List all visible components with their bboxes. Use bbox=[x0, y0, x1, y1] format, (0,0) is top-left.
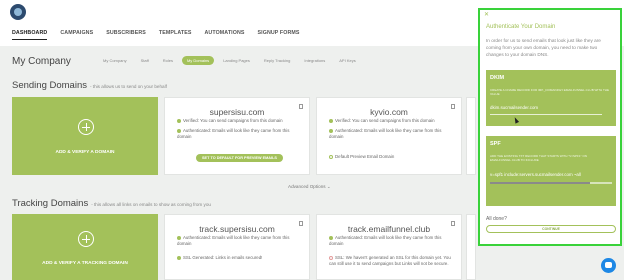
check-icon bbox=[329, 128, 333, 133]
circle-icon bbox=[329, 154, 333, 159]
spf-box: SPF ADD THE EXISTING TXT RECORD THAT STA… bbox=[486, 136, 616, 206]
status-text: SSL: We haven't generated an SSL for thi… bbox=[329, 255, 451, 266]
sending-domains-heading: Sending Domains - this allows us to send … bbox=[12, 80, 167, 91]
subtabs: My Company Staff Roles My Domains Landin… bbox=[98, 56, 361, 65]
subtab-landing-pages[interactable]: Landing Pages bbox=[218, 56, 255, 65]
subtab-integrations[interactable]: Integrations bbox=[299, 56, 330, 65]
nav-templates[interactable]: TEMPLATES bbox=[159, 30, 192, 40]
tracking-domain-card: track.emailfunnel.club Authenticated: Em… bbox=[316, 214, 462, 280]
check-icon bbox=[177, 128, 181, 133]
nav-dashboard[interactable]: DASHBOARD bbox=[12, 30, 48, 40]
dkim-value[interactable]: dkim.sucmailsender.com bbox=[490, 105, 612, 110]
domain-name: track.emailfunnel.club bbox=[347, 224, 431, 234]
close-icon[interactable]: ✕ bbox=[484, 11, 489, 18]
status-verified: Verified: You can send campaigns from th… bbox=[329, 118, 451, 124]
status-text: Verified: You can send campaigns from th… bbox=[183, 118, 283, 123]
partial-card bbox=[466, 214, 476, 280]
scrollbar-thumb[interactable] bbox=[490, 182, 591, 185]
sending-domains-title: Sending Domains bbox=[12, 80, 87, 91]
check-icon bbox=[177, 118, 181, 123]
main-nav: DASHBOARD CAMPAIGNS SUBSCRIBERS TEMPLATE… bbox=[12, 30, 300, 40]
add-tracking-domain-label: ADD & VERIFY A TRACKING DOMAIN bbox=[42, 261, 128, 266]
subtab-my-company[interactable]: My Company bbox=[98, 56, 132, 65]
dkim-title: DKIM bbox=[490, 75, 505, 81]
logo[interactable] bbox=[10, 4, 26, 20]
nav-automations[interactable]: AUTOMATIONS bbox=[204, 30, 244, 40]
sending-domains-subtitle: - this allows us to send on your behalf bbox=[90, 84, 167, 89]
status-text: Authenticated: Emails will look like the… bbox=[329, 128, 442, 139]
all-done-label: All done? bbox=[486, 216, 507, 222]
status-default-preview: Default Preview Email Domain bbox=[329, 154, 451, 160]
horizontal-scrollbar[interactable] bbox=[490, 182, 612, 185]
tracking-domains-title: Tracking Domains bbox=[12, 198, 89, 209]
check-icon bbox=[329, 118, 333, 123]
status-ssl-warning: SSL: We haven't generated an SSL for thi… bbox=[329, 255, 451, 267]
status-text: Authenticated: Emails will look like the… bbox=[177, 128, 290, 139]
subtab-roles[interactable]: Roles bbox=[158, 56, 178, 65]
dkim-underline bbox=[490, 114, 602, 115]
status-authenticated: Authenticated: Emails will look like the… bbox=[329, 128, 451, 140]
chevron-down-icon: ⌄ bbox=[326, 184, 331, 189]
domain-name: kyvio.com bbox=[370, 107, 408, 117]
check-icon bbox=[177, 255, 181, 260]
domain-card: supersisu.com Verified: You can send cam… bbox=[164, 97, 310, 175]
advanced-options-toggle[interactable]: Advanced Options ⌄ bbox=[288, 184, 331, 190]
add-tracking-domain-card[interactable]: ADD & VERIFY A TRACKING DOMAIN bbox=[12, 214, 158, 280]
dkim-box: DKIM CREATE A CNAME RECORD FOR IMP._DOMA… bbox=[486, 70, 616, 126]
partial-card bbox=[466, 97, 476, 175]
warning-icon bbox=[329, 255, 333, 260]
tracking-domains-heading: Tracking Domains - this allows all links … bbox=[12, 198, 211, 209]
nav-signup-forms[interactable]: SIGNUP FORMS bbox=[258, 30, 300, 40]
tracking-domains-subtitle: - this allows all links on emails to sho… bbox=[91, 202, 211, 207]
domain-card: kyvio.com Verified: You can send campaig… bbox=[316, 97, 462, 175]
dkim-instruction: CREATE A CNAME RECORD FOR IMP._DOMAINKEY… bbox=[490, 88, 609, 97]
plus-icon bbox=[78, 231, 94, 247]
spf-instruction: ADD THE EXISTING TXT RECORD THAT STARTS … bbox=[490, 154, 587, 163]
authenticate-panel: ✕ Authenticate Your Domain In order for … bbox=[478, 8, 622, 246]
status-ssl: SSL Generated: Links in emails secured! bbox=[177, 255, 299, 261]
set-default-button[interactable]: SET TO DEFAULT FOR PREVIEW EMAILS bbox=[196, 154, 283, 162]
subtab-api-keys[interactable]: API Keys bbox=[334, 56, 360, 65]
check-icon bbox=[329, 235, 333, 240]
tracking-domain-card: track.supersisu.com Authenticated: Email… bbox=[164, 214, 310, 280]
domain-name: supersisu.com bbox=[209, 107, 265, 117]
status-authenticated: Authenticated: Emails will look like the… bbox=[329, 235, 451, 247]
continue-button[interactable]: CONTINUE bbox=[486, 225, 616, 233]
status-text: Authenticated: Emails will look like the… bbox=[329, 235, 442, 246]
add-domain-label: ADD & VERIFY A DOMAIN bbox=[55, 150, 115, 155]
status-verified: Verified: You can send campaigns from th… bbox=[177, 118, 299, 124]
panel-description: In order for us to send emails that look… bbox=[486, 38, 601, 57]
subtab-reply-tracking[interactable]: Reply Tracking bbox=[259, 56, 295, 65]
domain-name: track.supersisu.com bbox=[199, 224, 275, 234]
subtab-staff[interactable]: Staff bbox=[136, 56, 154, 65]
panel-title: Authenticate Your Domain bbox=[486, 24, 556, 30]
nav-subscribers[interactable]: SUBSCRIBERS bbox=[106, 30, 146, 40]
spf-title: SPF bbox=[490, 141, 501, 147]
advanced-options-label: Advanced Options bbox=[288, 184, 326, 189]
nav-campaigns[interactable]: CAMPAIGNS bbox=[60, 30, 93, 40]
check-icon bbox=[177, 235, 181, 240]
page-title: My Company bbox=[12, 56, 71, 67]
subtab-my-domains[interactable]: My Domains bbox=[181, 56, 215, 65]
status-text: Verified: You can send campaigns from th… bbox=[335, 118, 435, 123]
status-authenticated: Authenticated: Emails will look like the… bbox=[177, 128, 299, 140]
app: DASHBOARD CAMPAIGNS SUBSCRIBERS TEMPLATE… bbox=[0, 0, 624, 280]
status-text: Authenticated: Emails will look like the… bbox=[177, 235, 290, 246]
status-authenticated: Authenticated: Emails will look like the… bbox=[177, 235, 299, 247]
status-text: Default Preview Email Domain bbox=[335, 154, 395, 159]
status-text: SSL Generated: Links in emails secured! bbox=[183, 255, 263, 260]
chat-support-icon[interactable] bbox=[601, 258, 616, 273]
add-domain-card[interactable]: ADD & VERIFY A DOMAIN bbox=[12, 97, 158, 175]
spf-value[interactable]: v=spf1 include:servers.sucmailsender.com… bbox=[490, 172, 612, 177]
plus-icon bbox=[78, 119, 94, 135]
